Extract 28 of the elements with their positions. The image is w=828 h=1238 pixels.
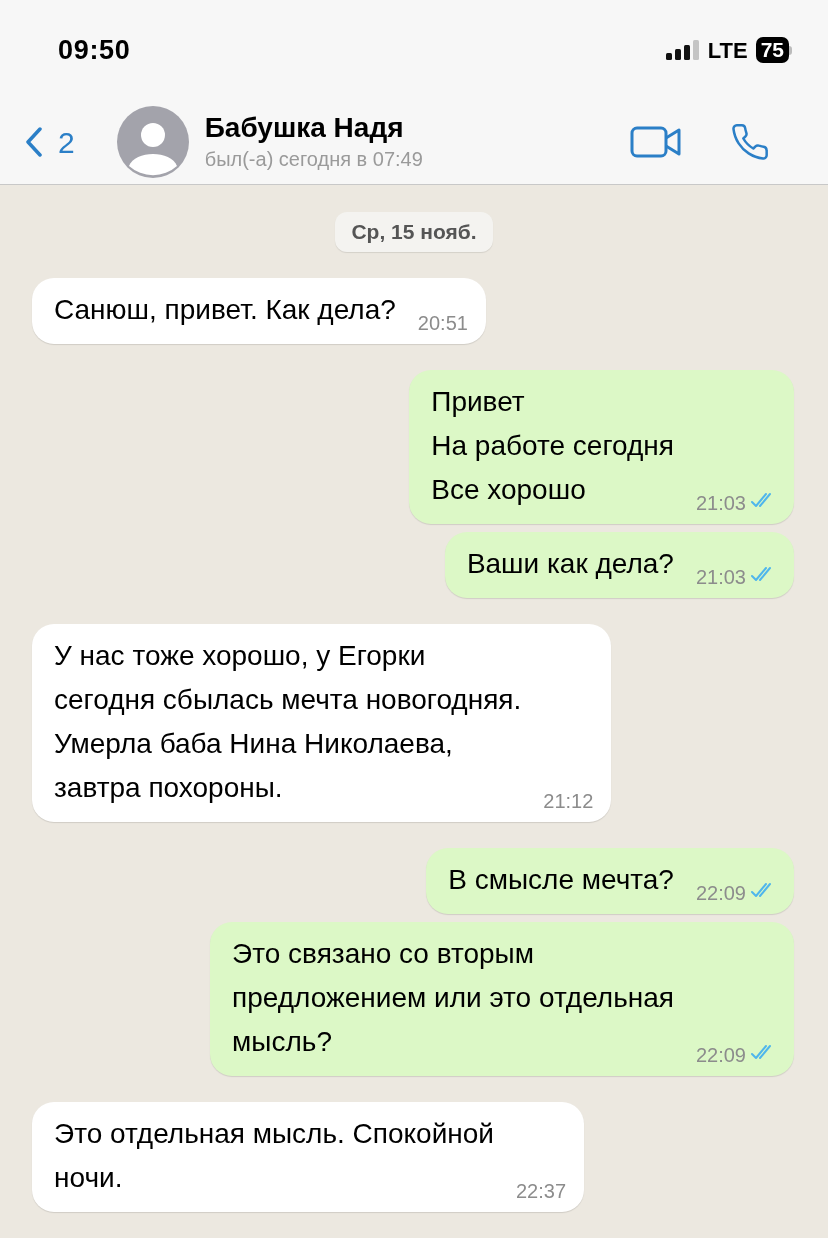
video-camera-icon <box>630 125 682 159</box>
message-time: 22:09 <box>695 1042 746 1068</box>
last-seen: был(-а) сегодня в 07:49 <box>204 147 424 172</box>
message-time: 21:03 <box>695 490 746 516</box>
message-text: Санюш, привет. Как дела? <box>54 292 396 327</box>
battery-indicator: 75 <box>755 37 789 63</box>
message-time: 20:51 <box>417 310 468 336</box>
contact-name: Бабушка Надя <box>204 111 405 145</box>
phone-call-button[interactable] <box>730 122 770 162</box>
message-text: В смысле мечта? <box>448 862 674 897</box>
video-call-button[interactable] <box>630 125 682 159</box>
message-time: 22:37 <box>516 1178 567 1204</box>
message-text: Это связано со вторым предложением или это отдельная мысль? <box>232 936 674 1059</box>
message-time: 21:12 <box>543 788 594 814</box>
message-text: Привет На работе сегодня Все хорошо <box>431 384 674 507</box>
avatar[interactable] <box>116 106 189 178</box>
message-text: Это отдельная мысль. Спокойной ночи. <box>54 1116 494 1195</box>
date-label: Ср, 15 нояб. <box>335 212 493 252</box>
message-text: У нас тоже хорошо, у Егорки сегодня сбылась мечта новогодняя. Умерла баба Нина Николаева, завтра похороны. <box>54 638 522 805</box>
back-button[interactable]: 2 <box>26 119 75 165</box>
chevron-left-icon <box>26 127 42 157</box>
message-text: Ваши как дела? <box>466 546 674 581</box>
signal-icon <box>665 40 700 60</box>
phone-icon <box>730 122 770 162</box>
message-time: 22:09 <box>695 880 746 906</box>
network-label: LTE <box>707 36 748 65</box>
clock: 09:50 <box>58 33 131 67</box>
message-time: 21:03 <box>695 564 746 590</box>
